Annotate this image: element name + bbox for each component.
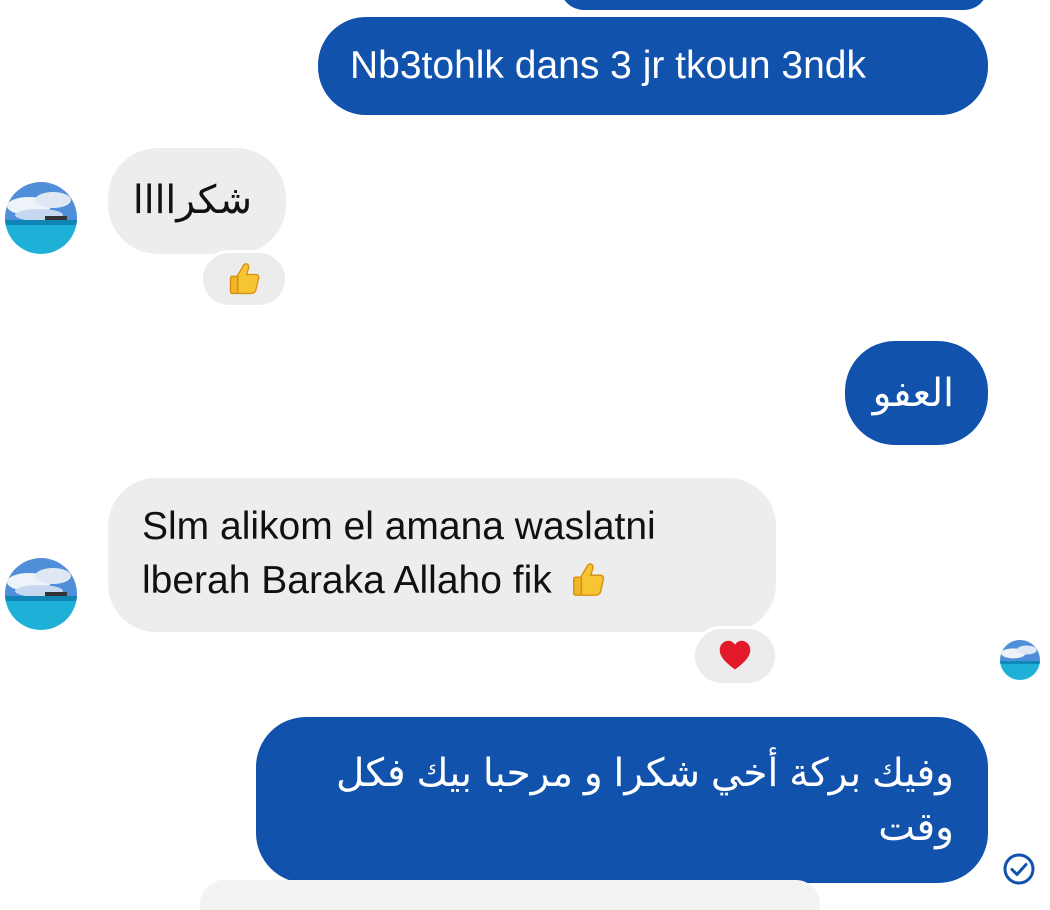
- contact-avatar[interactable]: [5, 558, 77, 630]
- previous-outgoing-bubble[interactable]: [560, 0, 988, 10]
- thumbs-up-icon: [229, 263, 260, 295]
- heart-icon: [719, 640, 751, 670]
- outgoing-message-bubble[interactable]: العفو: [845, 341, 988, 445]
- message-line: وقت: [878, 806, 954, 849]
- message-line: lberah Baraka Allaho fik: [142, 559, 552, 602]
- thumbs-up-icon: [572, 563, 604, 596]
- beach-avatar-image: [1000, 640, 1040, 680]
- reaction-badge[interactable]: [200, 250, 288, 308]
- outgoing-message-bubble[interactable]: Nb3tohlk dans 3 jr tkoun 3ndk: [318, 17, 988, 115]
- incoming-message-bubble[interactable]: شكراااا: [108, 148, 286, 254]
- message-text: شكراااا: [132, 179, 252, 222]
- outgoing-message-bubble[interactable]: وفيك بركة أخي شكرا و مرحبا بيك فكل وقت: [256, 717, 988, 883]
- incoming-message-bubble[interactable]: Slm alikom el amana waslatni lberah Bara…: [108, 478, 776, 632]
- message-line: Slm alikom el amana waslatni: [142, 505, 656, 548]
- message-line: وفيك بركة أخي شكرا و مرحبا بيك فكل: [335, 752, 954, 795]
- message-text: العفو: [872, 372, 954, 415]
- next-incoming-bubble[interactable]: [200, 880, 820, 910]
- read-receipt-avatar: [1000, 640, 1040, 680]
- beach-avatar-image: [5, 182, 77, 254]
- sent-check-icon: [1003, 853, 1035, 885]
- reaction-badge[interactable]: [692, 626, 778, 686]
- contact-avatar[interactable]: [5, 182, 77, 254]
- beach-avatar-image: [5, 558, 77, 630]
- message-line-with-emoji: lberah Baraka Allaho fik: [142, 554, 776, 608]
- message-text: Nb3tohlk dans 3 jr tkoun 3ndk: [350, 44, 866, 87]
